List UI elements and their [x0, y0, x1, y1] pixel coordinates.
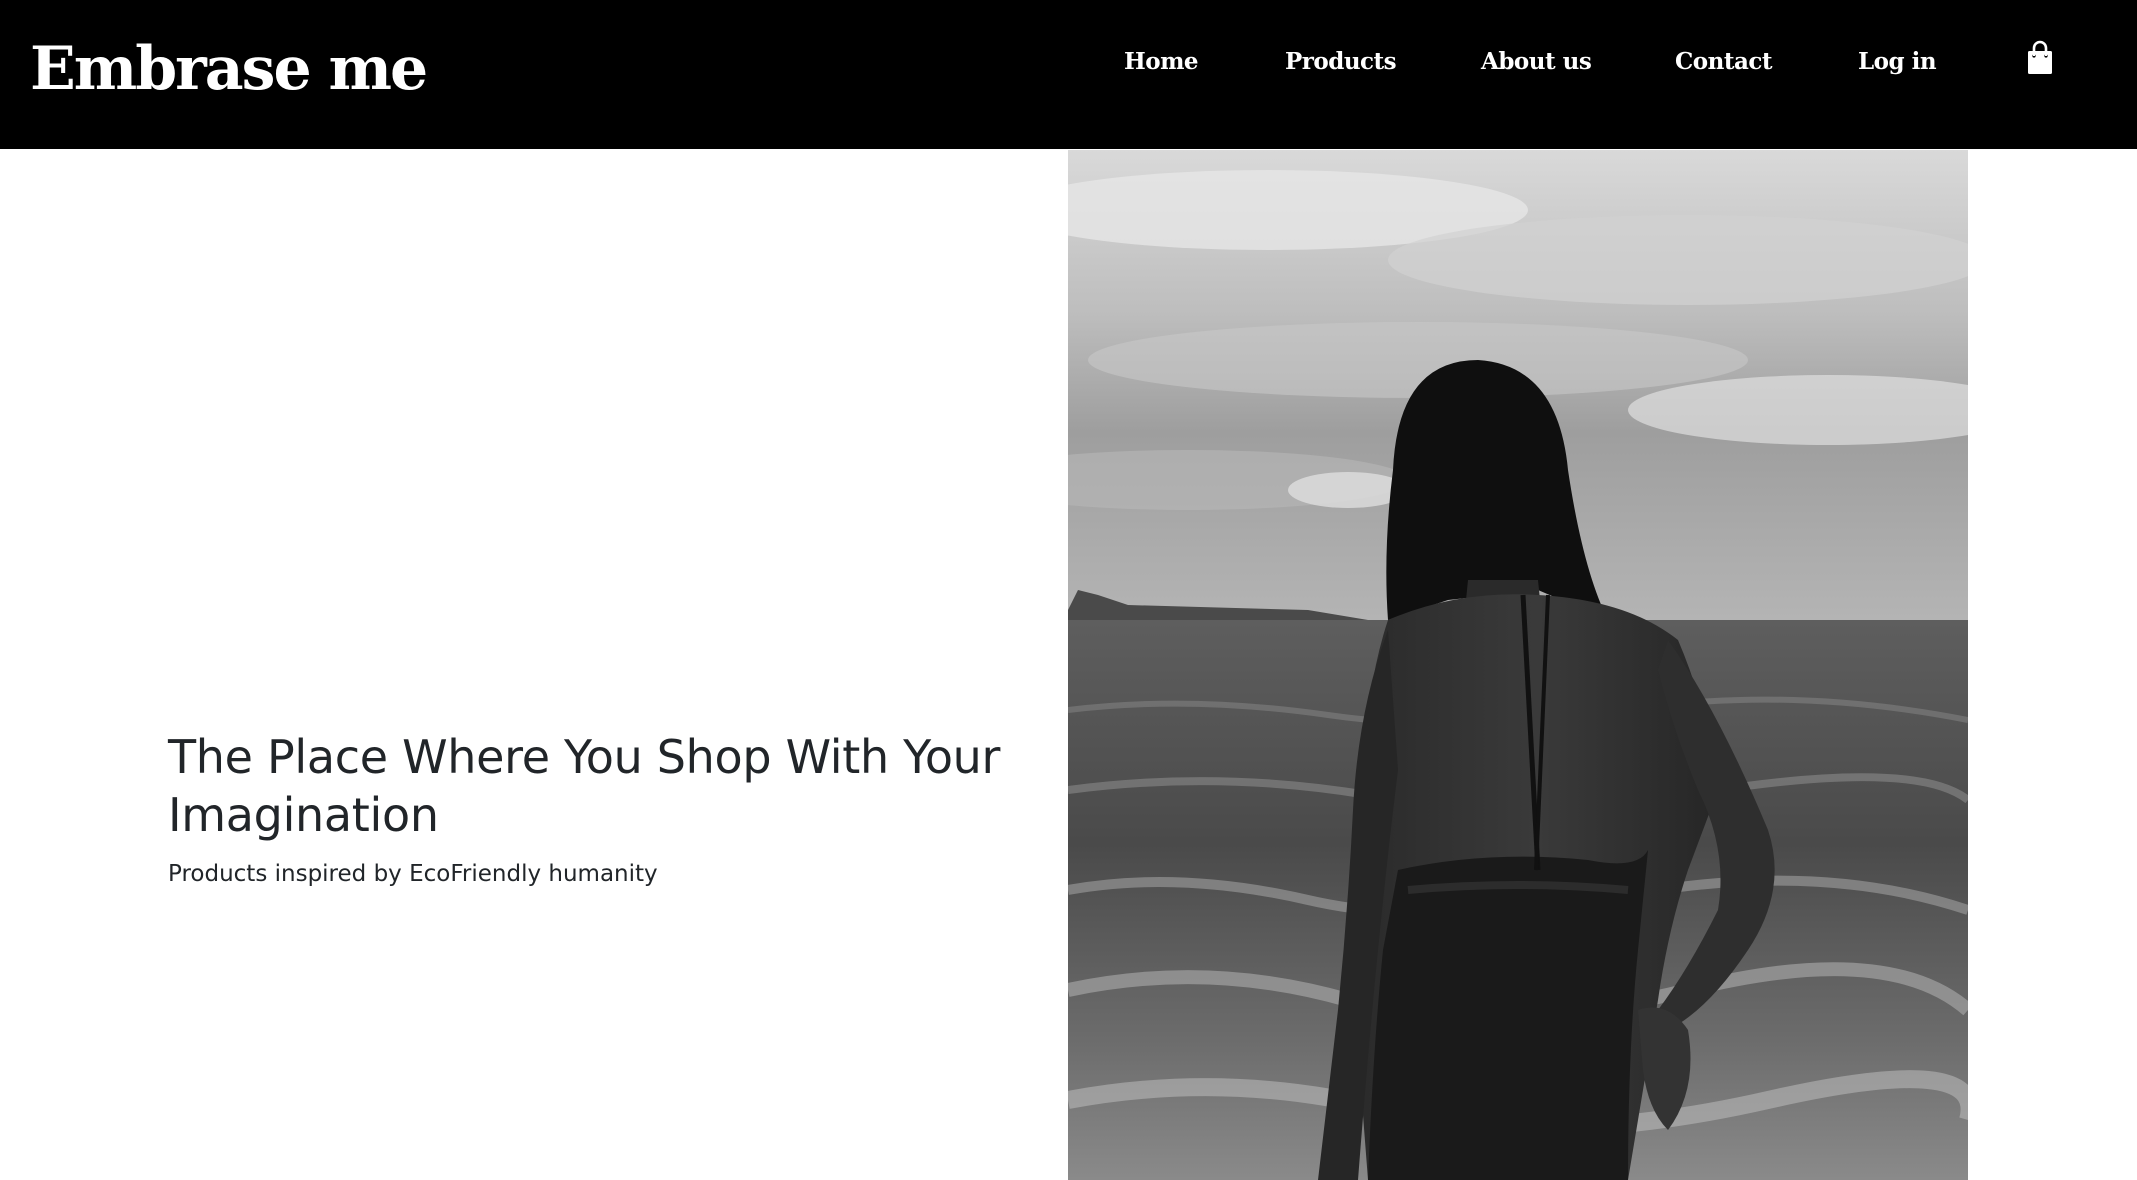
nav-link-about-us[interactable]: About us: [1481, 42, 1592, 82]
nav-link-contact[interactable]: Contact: [1675, 42, 1773, 82]
hero-title: The Place Where You Shop With Your Imagi…: [168, 730, 1001, 842]
brand-logo[interactable]: Embrase me: [30, 29, 428, 109]
shopping-bag-icon: [2028, 40, 2052, 74]
hero-text-block: The Place Where You Shop With Your Imagi…: [168, 728, 1048, 890]
woman-at-sea-photo: [1068, 150, 1968, 1180]
navbar: Embrase me Home Products About us Contac…: [0, 0, 2137, 149]
nav-link-home[interactable]: Home: [1124, 42, 1199, 82]
nav-link-log-in[interactable]: Log in: [1858, 42, 1937, 82]
hero-subtitle: Products inspired by EcoFriendly humanit…: [168, 861, 658, 887]
cart-button[interactable]: [2024, 40, 2056, 76]
hero-photo: [1068, 150, 1968, 1180]
nav-link-products[interactable]: Products: [1285, 42, 1397, 82]
